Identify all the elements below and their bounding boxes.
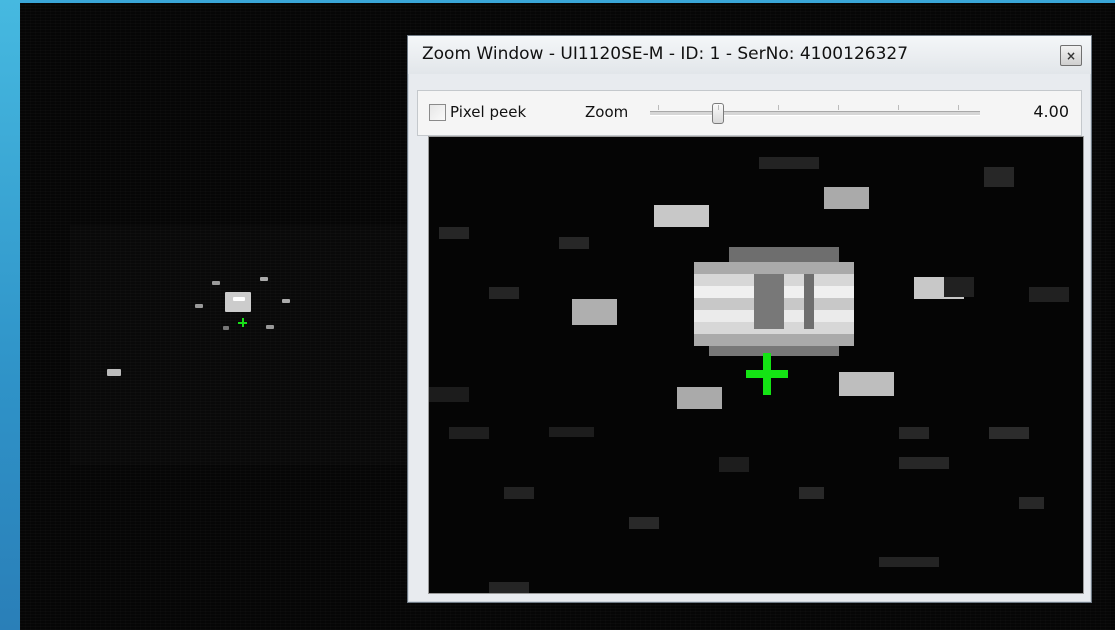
zoom-label: Zoom [585, 103, 629, 121]
pixel-block [759, 157, 819, 169]
crosshair-icon [746, 353, 788, 395]
pixel-peek-label[interactable]: Pixel peek [450, 103, 526, 121]
close-icon: × [1065, 48, 1077, 63]
crosshair-icon [238, 318, 247, 327]
slider-tick [898, 105, 899, 110]
pixel-block [439, 227, 469, 239]
star-blob [233, 297, 245, 301]
slider-tick [718, 105, 719, 110]
pixel-block [694, 334, 854, 346]
pixel-block [504, 487, 534, 499]
pixel-block [729, 247, 839, 262]
pixel-block [799, 487, 824, 499]
pixel-block [1029, 287, 1069, 302]
pixel-block [489, 287, 519, 299]
pixel-block [429, 387, 469, 402]
star-blob [282, 299, 290, 303]
pixel-block [1019, 497, 1044, 509]
zoom-image-canvas[interactable] [428, 136, 1084, 594]
star-blob [212, 281, 220, 285]
pixel-block [489, 582, 529, 593]
roi-region [70, 225, 410, 465]
star-blob [223, 326, 229, 330]
window-title: Zoom Window - UI1120SE-M - ID: 1 - SerNo… [422, 44, 909, 64]
pixel-block [824, 187, 869, 209]
pixel-block [804, 274, 814, 329]
pixel-peek-checkbox[interactable] [429, 104, 446, 121]
slider-tick [658, 105, 659, 110]
zoom-value: 4.00 [1033, 102, 1069, 121]
pixel-block [559, 237, 589, 249]
close-button[interactable]: × [1060, 45, 1082, 66]
star-blob [260, 277, 268, 281]
pixel-block [572, 299, 617, 325]
pixel-block [839, 372, 894, 396]
zoom-window[interactable]: Zoom Window - UI1120SE-M - ID: 1 - SerNo… [407, 35, 1092, 603]
star-blob [225, 292, 251, 312]
star-blob [195, 304, 203, 308]
pixel-block [899, 457, 949, 469]
pixel-block [719, 457, 749, 472]
pixel-block [989, 427, 1029, 439]
desktop-background-left [0, 0, 20, 630]
pixel-block [754, 274, 784, 329]
pixel-block [879, 557, 939, 567]
zoom-slider[interactable] [650, 111, 980, 116]
pixel-block [654, 205, 709, 227]
pixel-block [549, 427, 594, 437]
pixel-block [677, 387, 722, 409]
pixel-block [629, 517, 659, 529]
star-blob [266, 325, 274, 329]
pixel-block [944, 277, 974, 297]
star-blob [107, 369, 121, 376]
pixel-block [449, 427, 489, 439]
pixel-block [694, 262, 854, 274]
slider-tick [838, 105, 839, 110]
pixel-block [899, 427, 929, 439]
slider-tick [958, 105, 959, 110]
slider-tick [778, 105, 779, 110]
pixel-block [984, 167, 1014, 187]
title-bar[interactable]: Zoom Window - UI1120SE-M - ID: 1 - SerNo… [408, 36, 1091, 74]
zoom-toolbar: Pixel peek Zoom 4.00 [417, 90, 1082, 136]
